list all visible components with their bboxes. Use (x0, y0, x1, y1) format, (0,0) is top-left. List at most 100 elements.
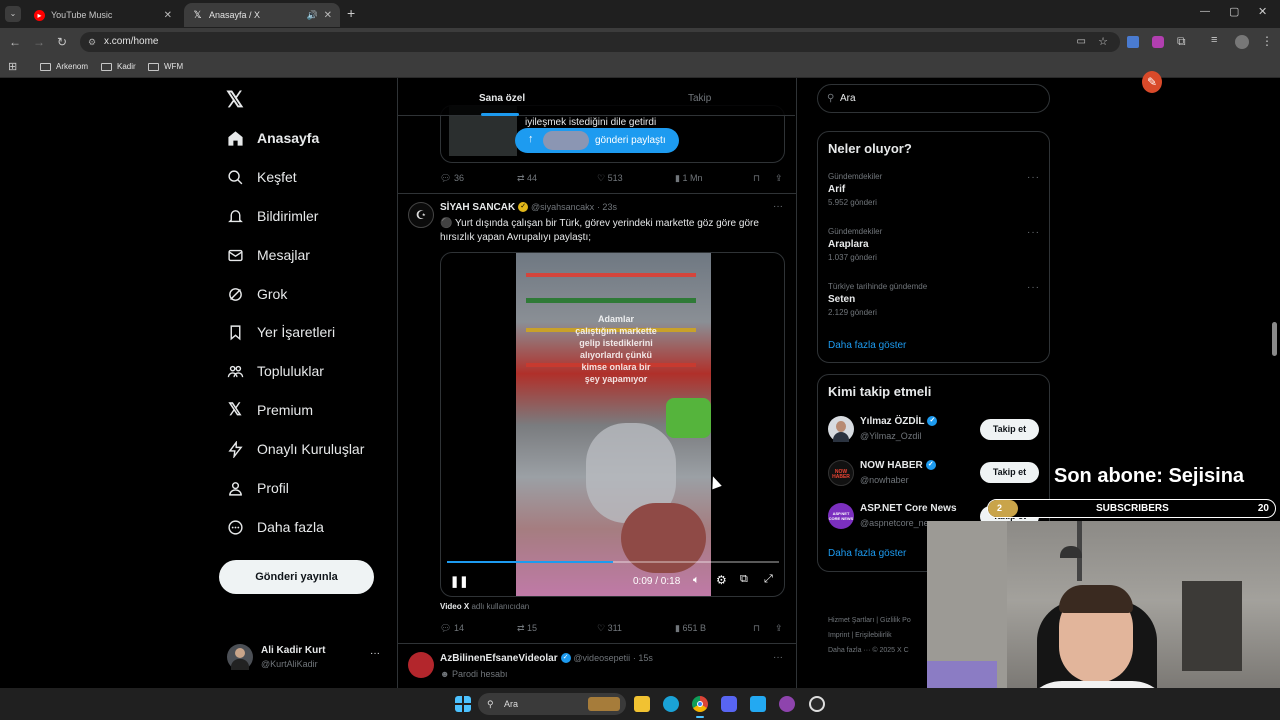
share-pill[interactable]: ↑ gönderi paylaştı (515, 128, 679, 153)
github-icon[interactable] (779, 696, 795, 712)
site-info-icon[interactable]: ⚙ (88, 32, 96, 52)
tweet-handle[interactable]: @videosepetii (573, 653, 630, 663)
avatar[interactable]: ASP.NET CORE NEWS (828, 503, 854, 529)
sidebar-item-verified-orgs[interactable]: Onaylı Kuruluşlar (226, 437, 364, 461)
views-button[interactable]: ▮ 1 Mn (675, 173, 702, 184)
menu-kebab-icon[interactable]: ⋮ (1261, 34, 1273, 48)
more-dots-icon[interactable]: ··· (773, 652, 783, 663)
bookmark-star-icon[interactable]: ☆ (1098, 32, 1108, 52)
sidebar-item-notifications[interactable]: Bildirimler (226, 204, 318, 228)
pip-icon[interactable]: ⧉ (740, 573, 748, 586)
show-more-link[interactable]: Daha fazla göster (828, 548, 906, 559)
chrome-icon[interactable] (692, 696, 708, 712)
tab-following[interactable]: Takip (688, 93, 711, 104)
reply-button[interactable]: 💬︎ 36 (440, 173, 464, 184)
page-scrollbar[interactable] (1272, 322, 1277, 356)
speaker-icon[interactable]: 🔊 (307, 10, 318, 21)
volume-icon[interactable]: 🔈︎ (693, 574, 700, 587)
maximize-icon[interactable]: ▢ (1229, 5, 1239, 18)
sidebar-item-grok[interactable]: Grok (226, 282, 287, 306)
trend-item[interactable]: Gündemdekiler Araplara 1.037 gönderi ··· (828, 227, 1040, 267)
avatar[interactable] (828, 416, 854, 442)
more-dots-icon[interactable]: ··· (1027, 172, 1040, 183)
translate-extension-icon[interactable] (1127, 36, 1139, 48)
avatar[interactable]: NOW HABER (828, 460, 854, 486)
share-icon[interactable]: ⇪ (775, 173, 783, 184)
tab-youtube-music[interactable]: ▸ YouTube Music ✕ (26, 3, 180, 27)
fullscreen-icon[interactable]: ⤢ (764, 573, 773, 586)
sidebar-item-home[interactable]: Anasayfa (226, 126, 319, 150)
close-icon[interactable]: ✕ (164, 10, 172, 21)
sidebar-item-premium[interactable]: 𝕏 Premium (226, 398, 313, 422)
sidebar-item-profile[interactable]: Profil (226, 476, 289, 500)
trend-item[interactable]: Türkiye tarihinde gündemde Seten 2.129 g… (828, 282, 1040, 322)
bookmark-folder[interactable]: Kadir (101, 62, 136, 71)
close-icon[interactable]: ✕ (324, 10, 332, 21)
footer-link[interactable]: Hizmet Şartları (828, 617, 874, 624)
obs-icon[interactable] (809, 696, 825, 712)
views-button[interactable]: ▮ 651 B (675, 623, 706, 634)
sidebar-item-more[interactable]: Daha fazla (226, 515, 324, 539)
footer-link[interactable]: Daha fazla ··· (828, 647, 870, 654)
profile-avatar-icon[interactable] (1235, 35, 1249, 49)
follow-handle[interactable]: @nowhaber (860, 475, 909, 485)
bookmark-folder[interactable]: WFM (148, 62, 183, 71)
reply-button[interactable]: 💬︎ 14 (440, 623, 464, 634)
x-logo[interactable]: 𝕏 (226, 87, 244, 113)
taskbar-search[interactable]: ⚲ Ara (478, 693, 626, 715)
reload-icon[interactable]: ↻ (57, 35, 67, 49)
bookmark-icon[interactable]: ⊓ (753, 623, 760, 634)
footer-link[interactable]: Imprint (828, 632, 849, 639)
file-explorer-icon[interactable] (634, 696, 650, 712)
extension-icon[interactable] (1152, 36, 1164, 48)
tab-search-button[interactable]: ⌄ (5, 6, 21, 22)
like-button[interactable]: ♡ 311 (597, 623, 622, 634)
trend-item[interactable]: Gündemdekiler Arif 5.952 gönderi ··· (828, 172, 1040, 212)
forward-icon[interactable]: → (33, 35, 45, 49)
video-progress-track[interactable] (447, 561, 779, 563)
sidebar-item-explore[interactable]: Keşfet (226, 165, 297, 189)
pause-icon[interactable]: ❚❚ (450, 575, 468, 588)
more-dots-icon[interactable]: ··· (1027, 282, 1040, 293)
settings-gear-icon[interactable]: ⚙ (716, 573, 727, 587)
bookmark-folder[interactable]: Arkenom (40, 62, 88, 71)
share-icon[interactable]: ⇪ (775, 623, 783, 634)
search-input[interactable]: ⚲ Ara (817, 84, 1050, 113)
footer-link[interactable]: Gizlilik Po (880, 617, 911, 624)
tweet-time[interactable]: · 15s (633, 653, 653, 663)
follow-name[interactable]: Yılmaz ÖZDİL ✓ (860, 416, 938, 427)
minimize-icon[interactable]: — (1200, 6, 1210, 17)
tweet-author-name[interactable]: AzBilinenEfsaneVideolar (440, 653, 558, 664)
bookmark-icon[interactable]: ⊓ (753, 173, 760, 184)
sidebar-item-bookmarks[interactable]: Yer İşaretleri (226, 320, 335, 344)
like-button[interactable]: ♡ 513 (597, 173, 623, 184)
show-more-link[interactable]: Daha fazla göster (828, 340, 906, 351)
tab-x-home[interactable]: 𝕏 Anasayfa / X 🔊 ✕ (184, 3, 340, 27)
vscode-icon[interactable] (750, 696, 766, 712)
tweet-avatar[interactable]: ☪ (408, 202, 434, 228)
follow-button[interactable]: Takip et (980, 462, 1039, 483)
address-bar[interactable]: ⚙ x.com/home ▭ ☆ (80, 32, 1120, 52)
window-close-icon[interactable]: ✕ (1258, 5, 1267, 18)
cast-icon[interactable]: ▭ (1077, 32, 1086, 52)
more-dots-icon[interactable]: ··· (773, 201, 783, 212)
follow-handle[interactable]: @Yilmaz_Ozdil (860, 431, 921, 441)
more-dots-icon[interactable]: ··· (1027, 227, 1040, 238)
tweet-avatar[interactable] (408, 652, 434, 678)
tweet-handle[interactable]: @siyahsancakx (531, 202, 594, 212)
retweet-button[interactable]: ⇄ 15 (517, 623, 537, 634)
follow-name[interactable]: NOW HABER ✓ (860, 460, 936, 471)
apps-grid-icon[interactable]: ⊞ (8, 60, 17, 73)
sidebar-item-communities[interactable]: Topluluklar (226, 359, 324, 383)
windows-start-icon[interactable] (455, 696, 471, 712)
footer-link[interactable]: Erişilebilirlik (855, 632, 892, 639)
back-icon[interactable]: ← (9, 35, 21, 49)
puzzle-icon[interactable]: ⧉ (1177, 34, 1186, 49)
edge-browser-icon[interactable] (663, 696, 679, 712)
more-dots-icon[interactable]: ··· (370, 648, 380, 659)
sidebar-item-messages[interactable]: Mesajlar (226, 243, 310, 267)
follow-button[interactable]: Takip et (980, 419, 1039, 440)
account-switcher[interactable]: Ali Kadir Kurt @KurtAliKadir ··· (224, 640, 384, 676)
new-tab-button[interactable]: + (347, 5, 355, 21)
retweet-button[interactable]: ⇄ 44 (517, 173, 537, 184)
